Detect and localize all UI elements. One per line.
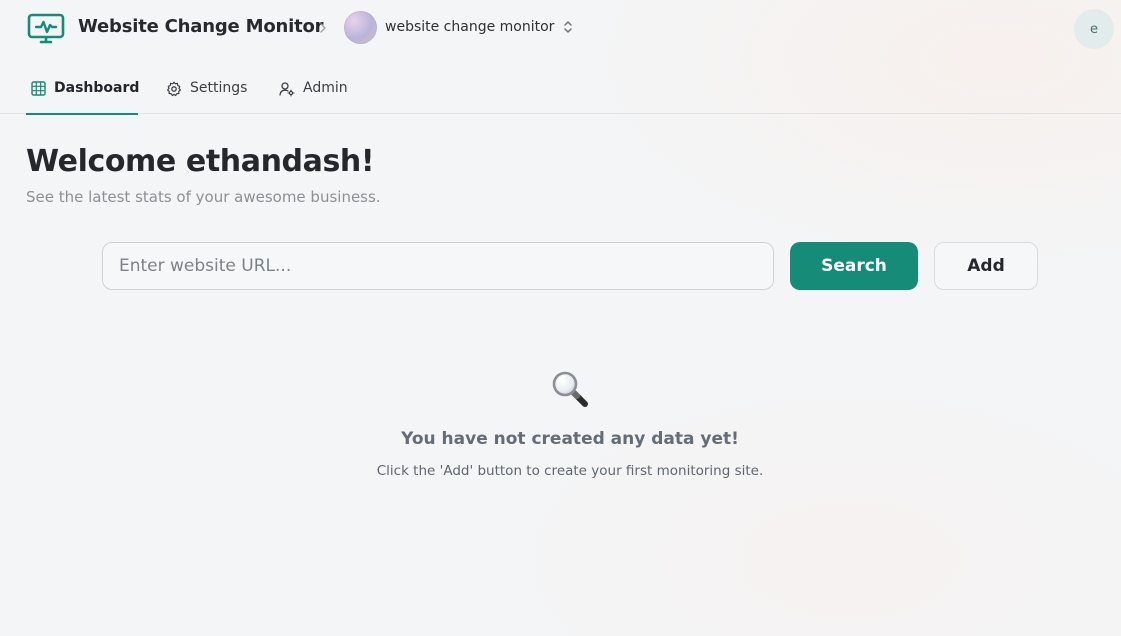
empty-state-description: Click the 'Add' button to create your fi…: [376, 463, 764, 479]
chevron-up-down-icon: [562, 18, 574, 36]
search-button[interactable]: Search: [790, 242, 918, 290]
page-subtitle: See the latest stats of your awesome bus…: [26, 188, 381, 206]
monitor-activity-icon[interactable]: [27, 13, 65, 45]
grid-icon: [31, 80, 54, 100]
tab-label: Settings: [190, 80, 248, 96]
app-title[interactable]: Website Change Monitor: [78, 16, 324, 37]
page-title: Welcome ethandash!: [26, 144, 375, 179]
tab-bar: Dashboard Settings Admin: [0, 70, 1121, 115]
website-url-input[interactable]: [102, 242, 774, 290]
tab-label: Admin: [303, 80, 348, 96]
top-bar: Website Change Monitor website change mo…: [0, 0, 1121, 60]
workspace-name: website change monitor: [385, 19, 555, 35]
workspace-switcher[interactable]: website change monitor: [344, 10, 574, 44]
workspace-avatar: [344, 10, 377, 44]
tab-settings[interactable]: Settings: [166, 70, 247, 114]
tab-label: Dashboard: [54, 80, 140, 96]
tab-dashboard[interactable]: Dashboard: [26, 70, 140, 115]
user-admin-icon: [279, 80, 303, 101]
magnifying-glass-icon: [550, 370, 590, 408]
user-avatar[interactable]: e: [1074, 9, 1114, 49]
page: Website Change Monitor website change mo…: [0, 0, 1121, 636]
tab-admin[interactable]: Admin: [279, 70, 348, 114]
gear-icon: [166, 80, 190, 101]
add-button[interactable]: Add: [934, 242, 1038, 290]
user-initial: e: [1090, 21, 1098, 37]
empty-state-title: You have not created any data yet!: [401, 429, 739, 449]
breadcrumb-separator: [318, 18, 332, 38]
